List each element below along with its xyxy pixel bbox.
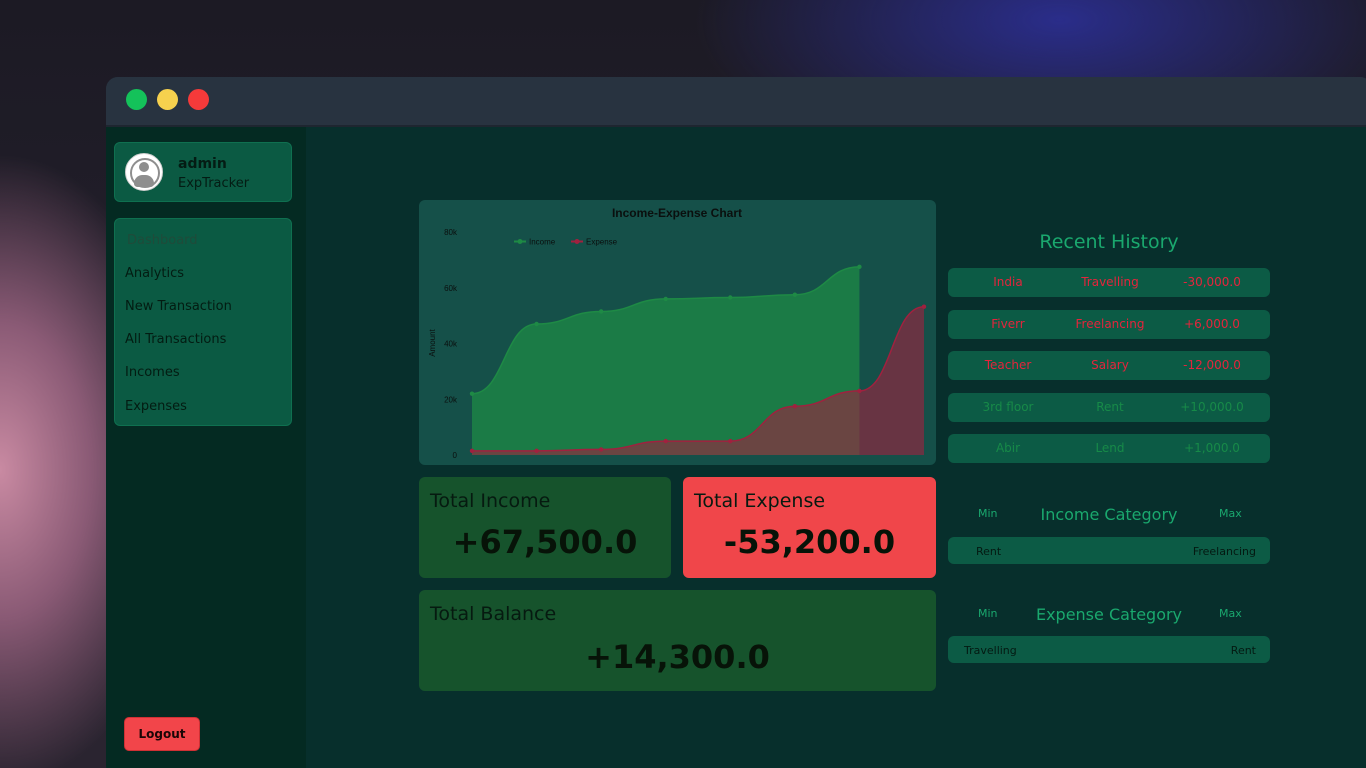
chart-title: Income-Expense Chart: [612, 206, 742, 220]
expense-category-title: Expense Category: [1035, 605, 1183, 624]
data-point-income: [598, 309, 604, 314]
chart-y-tick: 0: [453, 451, 458, 460]
expense-category-min: Travelling: [964, 644, 1017, 657]
history-row: Abir Lend +1,000.0: [948, 434, 1270, 463]
total-balance-value: +14,300.0: [585, 638, 770, 676]
history-row: 3rd floor Rent +10,000.0: [948, 392, 1270, 422]
sidebar-item-analytics[interactable]: Analytics: [125, 266, 184, 281]
chart-y-tick: 40k: [444, 340, 458, 349]
total-expense-value: -53,200.0: [723, 523, 896, 561]
total-expense-card: Total Expense -53,200.0: [683, 477, 936, 578]
data-point-expense: [598, 447, 604, 452]
window-maximize-dot[interactable]: [188, 89, 209, 110]
data-point-income: [663, 296, 668, 302]
data-point-income: [728, 295, 733, 300]
total-income-value: +67,500.0: [452, 523, 638, 561]
income-category-min-label: Min: [978, 507, 998, 520]
total-income-label: Total Income: [430, 490, 551, 512]
data-point-expense: [469, 448, 475, 454]
income-category-min: Rent: [976, 545, 1002, 558]
legend-marker-income: [517, 239, 523, 244]
expense-category-max: Rent: [1230, 644, 1256, 657]
sidebar-item-all-transactions[interactable]: All Transactions: [125, 332, 226, 347]
history-row: Fiverr Freelancing +6,000.0: [948, 309, 1270, 339]
history-amount: +10,000.0: [1180, 399, 1244, 414]
expense-category-min-label: Min: [978, 607, 998, 620]
user-name: admin: [178, 156, 227, 172]
app-content: admin ExpTracker Dashboard Analytics New…: [106, 127, 1366, 768]
avatar-icon: [125, 153, 163, 191]
history-amount: -30,000.0: [1183, 275, 1241, 289]
income-category-max-label: Max: [1219, 507, 1242, 520]
total-income-card: Total Income +67,500.0: [419, 477, 671, 578]
recent-history-title: Recent History: [1039, 231, 1179, 253]
income-category-max: Freelancing: [1192, 545, 1256, 558]
total-expense-label: Total Expense: [694, 490, 826, 512]
data-point-expense: [728, 438, 733, 444]
history-amount: -12,000.0: [1183, 358, 1241, 372]
data-point-expense: [921, 304, 927, 309]
history-row: India Travelling -30,000.0: [948, 268, 1270, 297]
history-row: Teacher Salary -12,000.0: [948, 351, 1270, 380]
total-balance-card: Total Balance +14,300.0: [419, 590, 936, 691]
window-close-dot[interactable]: [126, 89, 147, 110]
legend-label-income: Income: [529, 238, 556, 247]
expense-category-max-label: Max: [1219, 607, 1242, 620]
history-amount: +6,000.0: [1184, 316, 1240, 331]
data-point-expense: [792, 404, 798, 409]
chart-y-axis-label: Amount: [428, 328, 437, 356]
data-point-income: [534, 321, 539, 327]
chart-svg: Income-Expense Chart Amount 0 20k 40k 60k 80k I…: [428, 206, 927, 460]
income-category-range: Rent Freelancing: [948, 537, 1270, 564]
sidebar-item-expenses[interactable]: Expenses: [125, 399, 187, 414]
data-point-expense: [534, 448, 539, 454]
data-point-expense: [857, 388, 862, 394]
chart-y-tick: 20k: [444, 395, 458, 404]
total-balance-label: Total Balance: [430, 603, 557, 625]
income-expense-chart: Income-Expense Chart Amount 0 20k 40k 60k 80k I…: [419, 200, 936, 465]
logout-button[interactable]: Logout: [124, 717, 200, 751]
legend-label-expense: Expense: [586, 238, 618, 247]
sidebar-menu: Dashboard Analytics New Transaction All …: [114, 218, 292, 426]
history-amount: +1,000.0: [1184, 441, 1240, 455]
app-name: ExpTracker: [178, 176, 250, 191]
sidebar: admin ExpTracker Dashboard Analytics New…: [106, 127, 306, 768]
window-minimize-dot[interactable]: [157, 89, 178, 110]
data-point-income: [469, 391, 475, 396]
data-point-income: [857, 264, 862, 270]
title-bar: [106, 77, 1366, 127]
expense-category-range: Travelling Rent: [948, 636, 1270, 663]
sidebar-item-new-transaction[interactable]: New Transaction: [125, 299, 232, 314]
sidebar-item-incomes[interactable]: Incomes: [125, 365, 180, 380]
user-profile: admin ExpTracker: [114, 142, 292, 202]
income-category-title: Income Category: [1040, 505, 1178, 524]
app-window: admin ExpTracker Dashboard Analytics New…: [106, 77, 1366, 768]
legend-marker-expense: [574, 239, 580, 244]
chart-y-tick: 80k: [444, 228, 458, 237]
sidebar-item-dashboard[interactable]: Dashboard: [127, 233, 198, 248]
chart-y-tick: 60k: [444, 284, 458, 293]
data-point-expense: [663, 438, 668, 444]
data-point-income: [792, 292, 798, 297]
